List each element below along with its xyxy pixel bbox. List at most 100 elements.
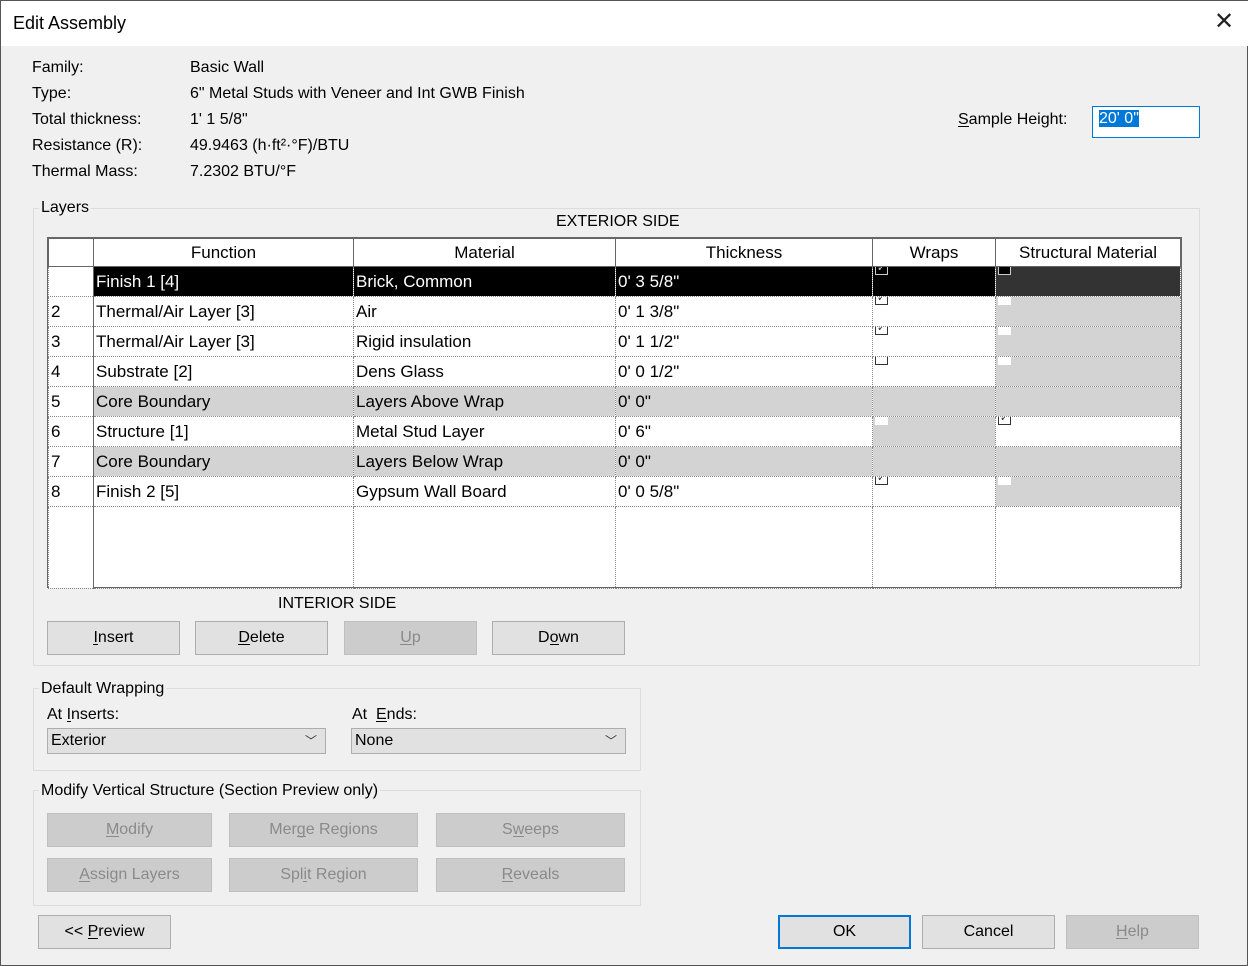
table-row[interactable]: 2 Thermal/Air Layer [3] Air 0' 1 3/8" ✓ [48,296,1181,327]
title-bar: Edit Assembly ✕ [1,1,1248,46]
resistance-r-value: 49.9463 (h·ft²·°F)/BTU [190,137,350,154]
type-label: Type: [32,85,72,102]
table-row[interactable]: 6 Structure [1] Metal Stud Layer 0' 6" ✓ [48,416,1181,447]
thickness-cell[interactable]: 0' 6" [615,416,873,447]
unchecked-checkbox-icon[interactable] [998,327,1011,335]
column-header-thickness[interactable]: Thickness [615,238,873,267]
row-number[interactable]: 8 [48,476,94,507]
wraps-cell[interactable]: ✓ [872,326,996,357]
table-row[interactable]: 4 Substrate [2] Dens Glass 0' 0 1/2" [48,356,1181,387]
thickness-cell[interactable]: 0' 0" [615,446,873,477]
unchecked-checkbox-icon[interactable] [998,267,1011,275]
structural-material-cell[interactable] [995,446,1181,477]
preview-button[interactable]: << Preview [38,915,171,949]
row-number[interactable]: 4 [48,356,94,387]
wraps-cell[interactable]: ✓ [872,296,996,327]
reveals-button[interactable]: Reveals [436,858,625,892]
row-number[interactable]: 7 [48,446,94,477]
column-header-wraps[interactable]: Wraps [872,238,996,267]
unchecked-checkbox-icon[interactable] [998,477,1011,485]
row-number[interactable]: 1 [48,266,94,297]
material-cell[interactable]: Layers Below Wrap [353,446,616,477]
structural-material-cell[interactable] [995,296,1181,327]
thickness-cell[interactable]: 0' 0" [615,386,873,417]
function-cell[interactable]: Finish 2 [5] [93,476,354,507]
insert-button[interactable]: Insert [47,621,180,655]
unchecked-checkbox-icon[interactable] [875,357,888,365]
unchecked-checkbox-icon[interactable] [875,417,888,425]
table-row[interactable]: 7 Core Boundary Layers Below Wrap 0' 0" [48,446,1181,477]
wraps-cell[interactable] [872,416,996,447]
structural-material-cell[interactable]: ✓ [995,416,1181,447]
sweeps-button[interactable]: Sweeps [436,813,625,847]
row-number[interactable]: 5 [48,386,94,417]
column-header-material[interactable]: Material [353,238,616,267]
assign-layers-button[interactable]: Assign Layers [47,858,212,892]
down-button[interactable]: Down [492,621,625,655]
function-cell[interactable]: Core Boundary [93,386,354,417]
material-cell[interactable]: Metal Stud Layer [353,416,616,447]
table-row[interactable]: 1 Finish 1 [4] Brick, Common 0' 3 5/8" ✓ [48,266,1181,297]
table-row[interactable]: 5 Core Boundary Layers Above Wrap 0' 0" [48,386,1181,417]
material-cell[interactable]: Layers Above Wrap [353,386,616,417]
function-cell[interactable]: Thermal/Air Layer [3] [93,296,354,327]
material-cell[interactable]: Rigid insulation [353,326,616,357]
function-cell[interactable]: Substrate [2] [93,356,354,387]
structural-material-cell[interactable] [995,326,1181,357]
split-region-button[interactable]: Split Region [229,858,418,892]
material-cell[interactable]: Air [353,296,616,327]
ok-button[interactable]: OK [778,915,911,949]
close-icon[interactable]: ✕ [1211,9,1237,35]
mnemonic-underline [303,881,308,882]
table-row[interactable]: 8 Finish 2 [5] Gypsum Wall Board 0' 0 5/… [48,476,1181,507]
at-ends-select[interactable]: None ﹀ [351,728,626,754]
checked-checkbox-icon[interactable]: ✓ [875,327,888,335]
type-value: 6" Metal Studs with Veneer and Int GWB F… [190,85,525,102]
structural-material-cell[interactable] [995,476,1181,507]
wraps-cell[interactable]: ✓ [872,266,996,297]
thickness-cell[interactable]: 0' 1 3/8" [615,296,873,327]
checked-checkbox-icon[interactable]: ✓ [875,297,888,305]
wraps-cell[interactable] [872,356,996,387]
function-cell[interactable]: Thermal/Air Layer [3] [93,326,354,357]
sample-height-input[interactable]: 20' 0" [1092,106,1200,138]
thickness-cell[interactable]: 0' 1 1/2" [615,326,873,357]
at-inserts-select[interactable]: Exterior ﹀ [47,728,326,754]
merge-regions-button[interactable]: Merge Regions [229,813,418,847]
thickness-cell[interactable]: 0' 0 5/8" [615,476,873,507]
mnemonic-underline [238,644,250,645]
material-cell[interactable]: Brick, Common [353,266,616,297]
structural-material-cell[interactable] [995,386,1181,417]
delete-button[interactable]: Delete [195,621,328,655]
thickness-cell[interactable]: 0' 0 1/2" [615,356,873,387]
thickness-cell[interactable]: 0' 3 5/8" [615,266,873,297]
help-button[interactable]: Help [1066,915,1199,949]
checked-checkbox-icon[interactable]: ✓ [875,267,888,275]
structural-material-cell[interactable] [995,356,1181,387]
modify-button[interactable]: Modify [47,813,212,847]
checked-checkbox-icon[interactable]: ✓ [875,477,888,485]
row-number[interactable]: 2 [48,296,94,327]
up-button[interactable]: Up [344,621,477,655]
material-cell[interactable]: Dens Glass [353,356,616,387]
function-cell[interactable]: Core Boundary [93,446,354,477]
wraps-cell[interactable] [872,446,996,477]
row-number[interactable]: 6 [48,416,94,447]
wraps-cell[interactable]: ✓ [872,476,996,507]
unchecked-checkbox-icon[interactable] [998,297,1011,305]
wraps-cell[interactable] [872,386,996,417]
structural-material-cell[interactable] [995,266,1181,297]
mnemonic-underline [549,644,559,645]
default-wrapping-label: Default Wrapping [39,680,167,698]
cancel-button[interactable]: Cancel [922,915,1055,949]
function-cell[interactable]: Structure [1] [93,416,354,447]
row-number[interactable]: 3 [48,326,94,357]
checked-checkbox-icon[interactable]: ✓ [998,417,1011,425]
column-header-function[interactable]: Function [93,238,354,267]
mnemonic-underline [66,721,72,722]
function-cell[interactable]: Finish 1 [4] [93,266,354,297]
column-header-structural-material[interactable]: Structural Material [995,238,1181,267]
unchecked-checkbox-icon[interactable] [998,357,1011,365]
material-cell[interactable]: Gypsum Wall Board [353,476,616,507]
table-row[interactable]: 3 Thermal/Air Layer [3] Rigid insulation… [48,326,1181,357]
